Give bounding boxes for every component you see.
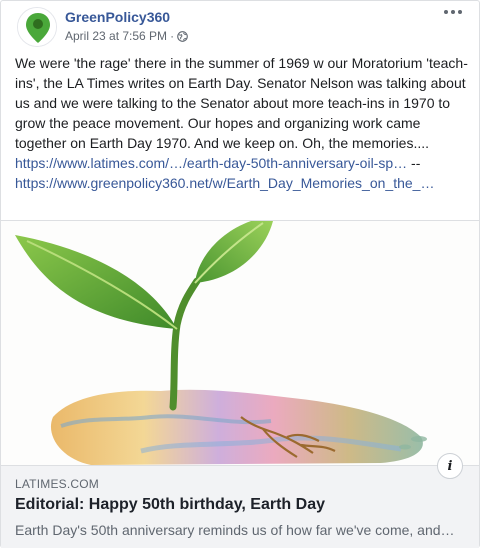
latimes-link[interactable]: https://www.latimes.com/…/earth-day-50th… — [15, 155, 407, 171]
greenpolicy-link[interactable]: https://www.greenpolicy360.net/w/Earth_D… — [15, 175, 434, 191]
post-message: We were 'the rage' there in the summer o… — [15, 55, 468, 151]
map-pin-logo-icon — [18, 8, 56, 46]
link-preview-card[interactable]: LATIMES.COM Editorial: Happy 50th birthd… — [1, 220, 479, 548]
link-separator: -- — [411, 155, 421, 171]
link-description: Earth Day's 50th anniversary reminds us … — [15, 522, 455, 538]
link-domain: LATIMES.COM — [15, 477, 99, 491]
link-preview-meta[interactable]: LATIMES.COM Editorial: Happy 50th birthd… — [1, 465, 479, 548]
link-preview-image[interactable] — [1, 221, 479, 465]
seedling-illustration — [1, 221, 479, 465]
meta-separator: · — [170, 29, 175, 43]
page-avatar[interactable] — [17, 7, 57, 47]
facebook-post-card: GreenPolicy360 April 23 at 7:56 PM · We … — [0, 0, 480, 548]
more-dot-icon — [458, 10, 462, 14]
link-headline[interactable]: Editorial: Happy 50th birthday, Earth Da… — [15, 496, 325, 514]
more-dot-icon — [444, 10, 448, 14]
post-timestamp[interactable]: April 23 at 7:56 PM — [65, 29, 167, 43]
globe-icon[interactable] — [177, 30, 188, 42]
more-dot-icon — [451, 10, 455, 14]
more-options-button[interactable] — [443, 5, 463, 19]
info-icon[interactable]: i — [437, 453, 463, 479]
page-name-link[interactable]: GreenPolicy360 — [65, 9, 170, 25]
post-body: We were 'the rage' there in the summer o… — [15, 53, 471, 193]
post-meta: April 23 at 7:56 PM · — [65, 29, 188, 43]
